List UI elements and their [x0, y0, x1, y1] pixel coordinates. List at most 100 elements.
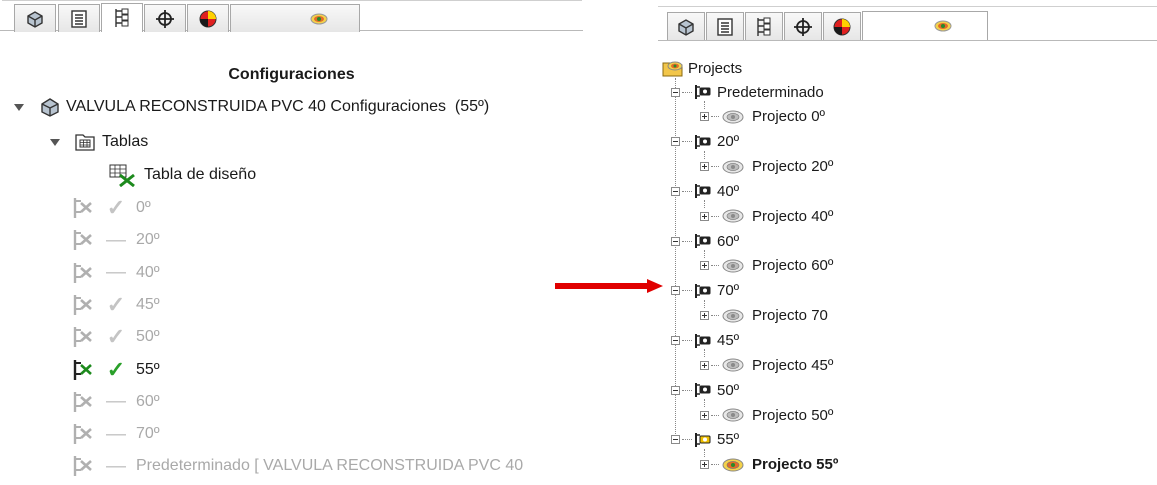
collapse-caret-icon[interactable] [50, 138, 60, 146]
configuration-item[interactable]: — 60º [72, 390, 160, 413]
left-tab-appearance[interactable] [187, 4, 229, 32]
project-node[interactable]: Projecto 55º [700, 455, 838, 475]
project-node-label: Projecto 0º [752, 108, 826, 126]
config-node[interactable]: 45º [671, 331, 739, 351]
collapse-minus-icon[interactable] [671, 435, 680, 445]
config-node[interactable]: 40º [671, 181, 739, 201]
configuration-item[interactable]: ✓ 55º [72, 357, 160, 382]
tree-folder-tablas[interactable]: Tablas [50, 131, 148, 153]
configuration-flag-icon [695, 184, 711, 199]
config-node[interactable]: 55º [671, 430, 739, 450]
configuration-label: 50º [136, 328, 160, 346]
left-tab-configurations[interactable] [101, 3, 143, 32]
dash-icon: — [106, 261, 126, 284]
configuration-item[interactable]: ✓ 50º [72, 324, 160, 350]
design-table-label: Tabla de diseño [144, 166, 257, 183]
tree-root-item[interactable]: VALVULA RECONSTRUIDA PVC 40 Configuracio… [14, 96, 489, 118]
config-node[interactable]: 50º [671, 380, 739, 400]
project-node[interactable]: Projecto 0º [700, 107, 825, 127]
collapse-minus-icon[interactable] [671, 236, 680, 246]
left-tab-feature-list[interactable] [58, 4, 100, 32]
expand-plus-icon[interactable] [700, 311, 709, 321]
right-tab-projects[interactable] [862, 11, 988, 40]
projects-icon [934, 20, 952, 32]
right-tab-appearance[interactable] [823, 12, 861, 40]
right-tab-dimxpert[interactable] [784, 12, 822, 40]
list-icon [717, 17, 733, 36]
config-node-label: 20º [717, 133, 740, 151]
project-node[interactable]: Projecto 50º [700, 405, 833, 425]
configuration-item[interactable]: — 20º [72, 229, 160, 251]
project-node-label: Projecto 70 [752, 307, 828, 325]
project-icon [722, 458, 744, 472]
configuration-label: 0º [136, 199, 151, 216]
configuration-flag-icon [695, 383, 711, 398]
project-icon [722, 110, 744, 124]
check-icon: ✓ [106, 195, 126, 220]
panel-title: Configuraciones [228, 66, 355, 83]
expand-plus-icon[interactable] [700, 410, 709, 420]
right-tab-part[interactable] [667, 12, 705, 40]
projects-icon [310, 13, 328, 24]
dash-icon: — [106, 422, 126, 445]
configuration-flag-icon [73, 456, 92, 477]
project-node[interactable]: Projecto 45º [700, 355, 833, 375]
collapse-caret-icon[interactable] [14, 103, 24, 111]
expand-plus-icon[interactable] [700, 460, 709, 470]
configuration-flag-icon [695, 134, 711, 149]
expand-plus-icon[interactable] [700, 112, 709, 122]
expand-plus-icon[interactable] [700, 261, 709, 271]
config-node[interactable]: 70º [671, 281, 739, 301]
configuration-item[interactable]: ✓ 0º [72, 195, 151, 220]
collapse-minus-icon[interactable] [671, 186, 680, 196]
collapse-minus-icon[interactable] [671, 286, 680, 296]
right-tab-feature-list[interactable] [706, 12, 744, 40]
configuration-flag-icon [73, 262, 92, 283]
collapse-minus-icon[interactable] [671, 87, 680, 97]
configuration-item[interactable]: ✓ 45º [72, 292, 160, 317]
configuration-item[interactable]: — 40º [72, 261, 160, 284]
project-node[interactable]: Projecto 40º [700, 206, 833, 226]
tree-icon [757, 17, 771, 36]
configuration-item[interactable]: — Predeterminado [ VALVULA RECONSTRUIDA P… [72, 455, 523, 477]
project-icon [722, 259, 744, 273]
expand-plus-icon[interactable] [700, 162, 709, 172]
design-table-item[interactable]: Tabla de diseño [108, 164, 257, 187]
list-icon [71, 9, 87, 28]
root-label: VALVULA RECONSTRUIDA PVC 40 Configuracio… [66, 98, 490, 115]
configuration-label: Predeterminado [ VALVULA RECONSTRUIDA PV… [136, 457, 524, 475]
project-node-label: Projecto 60º [752, 257, 834, 275]
config-node[interactable]: 20º [671, 132, 739, 152]
projects-root[interactable]: Projects [662, 58, 742, 78]
expand-plus-icon[interactable] [700, 360, 709, 370]
dash-icon: — [106, 390, 126, 413]
project-node[interactable]: Projecto 20º [700, 157, 833, 177]
projects-root-label: Projects [688, 59, 743, 77]
project-node[interactable]: Projecto 70 [700, 306, 828, 326]
configuration-flag-icon [695, 234, 711, 249]
configuration-label: 55º [136, 360, 160, 378]
configuration-label: 60º [136, 392, 160, 410]
left-tab-part[interactable] [14, 4, 56, 32]
check-icon: ✓ [106, 324, 126, 350]
collapse-minus-icon[interactable] [671, 137, 680, 147]
configuration-item[interactable]: — 70º [72, 423, 160, 445]
configuration-flag-icon [695, 432, 711, 447]
left-tab-dimxpert[interactable] [144, 4, 186, 32]
config-node[interactable]: Predeterminado [671, 82, 824, 102]
collapse-minus-icon[interactable] [671, 336, 680, 345]
right-tab-configurations[interactable] [745, 12, 783, 40]
part-icon [41, 98, 59, 117]
projects-folder-icon [662, 61, 683, 77]
left-tab-projects[interactable] [230, 4, 360, 32]
project-icon [722, 358, 744, 372]
collapse-minus-icon[interactable] [671, 385, 680, 395]
config-node[interactable]: 60º [671, 231, 739, 251]
configuration-flag-icon [695, 85, 711, 99]
config-node-label: 40º [717, 182, 740, 200]
tree-connector [704, 299, 705, 308]
expand-plus-icon[interactable] [700, 211, 709, 221]
part-icon [27, 10, 43, 28]
tree-icon [115, 8, 129, 27]
project-node[interactable]: Projecto 60º [700, 256, 833, 276]
